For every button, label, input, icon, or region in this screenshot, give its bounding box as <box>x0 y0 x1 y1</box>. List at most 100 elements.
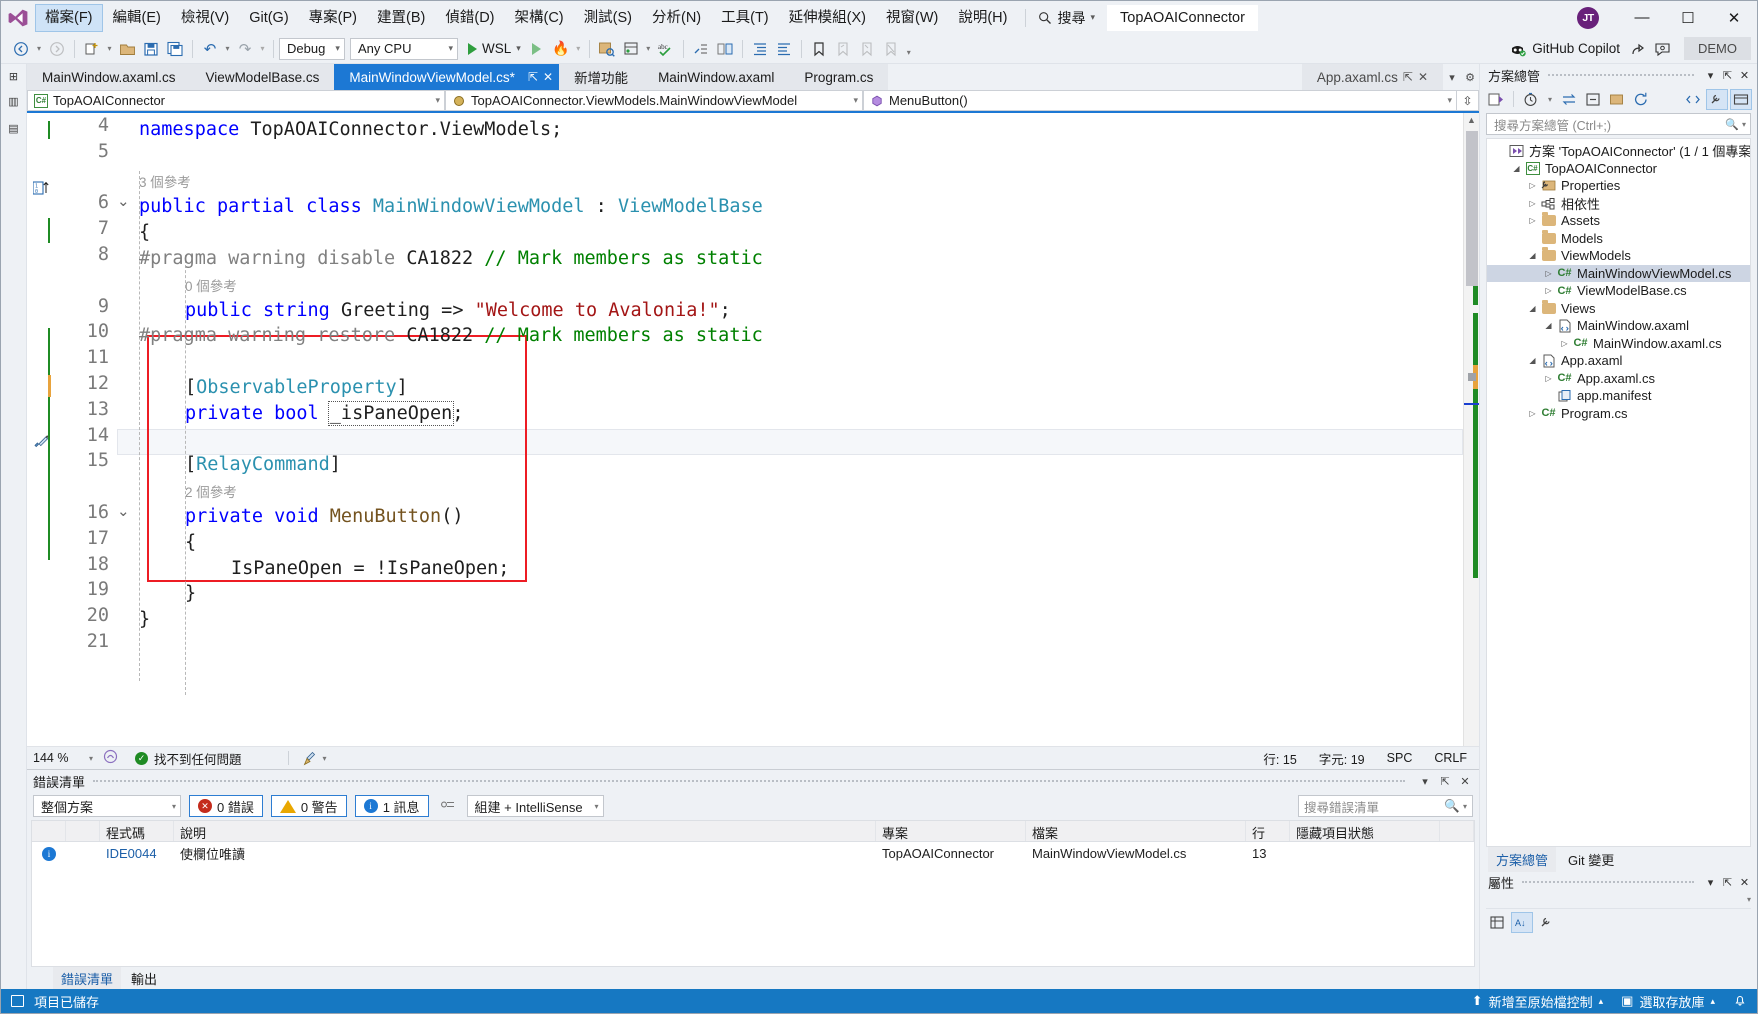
alphabetical-view-icon[interactable]: A↓ <box>1511 911 1533 933</box>
expand-twisty-icon[interactable]: ▷ <box>1525 409 1540 418</box>
menu-item-file[interactable]: 檔案(F) <box>35 3 103 32</box>
code-line[interactable]: } <box>185 581 196 607</box>
row-code[interactable]: IDE0044 <box>100 844 174 863</box>
menu-item-test[interactable]: 測試(S) <box>574 4 642 32</box>
col-line[interactable]: 行 <box>1246 821 1290 841</box>
tree-item[interactable]: ▷ C# Program.cs <box>1487 405 1750 423</box>
expand-twisty-icon[interactable]: ▷ <box>1525 216 1540 225</box>
menu-item-window[interactable]: 視窗(W) <box>876 4 948 32</box>
expand-twisty-icon[interactable]: ▷ <box>1525 199 1540 208</box>
scrollbar-box[interactable] <box>1468 373 1476 381</box>
menu-item-project[interactable]: 專案(P) <box>299 4 367 32</box>
select-element-icon[interactable] <box>619 37 643 61</box>
solution-tree[interactable]: 方案 'TopAOAIConnector' (1 / 1 個專案) ◢ C# TopA… <box>1486 138 1751 847</box>
pin-tab-icon[interactable]: ⇱ <box>528 70 538 84</box>
collapse-twisty-icon[interactable]: ◢ <box>1525 251 1540 260</box>
main-menu[interactable]: 檔案(F) 編輯(E) 檢視(V) Git(G) 專案(P) 建置(B) 偵錯(… <box>35 1 1017 34</box>
avatar[interactable]: JT <box>1577 6 1599 29</box>
menu-item-view[interactable]: 檢視(V) <box>171 4 239 32</box>
menu-item-architecture[interactable]: 架構(C) <box>505 4 574 32</box>
navbar-member-select[interactable]: MenuButton() ▾ <box>863 90 1457 111</box>
feedback-icon[interactable] <box>1650 37 1674 61</box>
fold-toggle-icon[interactable]: ⌄ <box>117 192 130 210</box>
col-description[interactable]: 說明 <box>174 821 876 841</box>
menu-item-git[interactable]: Git(G) <box>239 4 298 32</box>
bottom-tab-output[interactable]: 輸出 <box>123 967 165 990</box>
toolbar-overflow-icon[interactable]: ▾ <box>643 37 654 61</box>
editor-glyph-margin[interactable]: 1 0 <box>27 113 59 746</box>
codelens-reference-count[interactable]: 2 個參考 <box>185 481 237 501</box>
sync-with-active-document-icon[interactable] <box>1558 89 1580 110</box>
increase-indent-icon[interactable] <box>748 37 772 61</box>
search-icon[interactable]: 🔍 <box>1725 118 1739 131</box>
tree-item[interactable]: ▷ C# MainWindowViewModel.cs <box>1487 264 1750 282</box>
tree-item[interactable]: ◢ App.axaml <box>1487 352 1750 370</box>
code-line[interactable]: private void MenuButton() <box>185 504 463 530</box>
menu-item-edit[interactable]: 編輯(E) <box>103 4 171 32</box>
save-all-icon[interactable] <box>163 37 187 61</box>
properties-object-select[interactable]: ▾ <box>1486 895 1751 909</box>
tree-item[interactable]: ◢ C# TopAOAIConnector <box>1487 160 1750 178</box>
code-line[interactable]: } <box>139 607 150 633</box>
navigate-backward-dropdown-icon[interactable]: ▾ <box>33 37 45 61</box>
pending-changes-filter-icon[interactable] <box>1520 89 1542 110</box>
panel-dropdown-icon[interactable]: ▾ <box>1702 69 1719 82</box>
code-line[interactable]: #pragma warning restore CA1822 // Mark m… <box>139 323 763 349</box>
panel-dropdown-icon[interactable]: ▾ <box>1417 775 1433 788</box>
code-line[interactable]: IsPaneOpen = !IsPaneOpen; <box>231 556 509 582</box>
tree-item[interactable]: ▷ C# MainWindow.axaml.cs <box>1487 335 1750 353</box>
maximize-button[interactable]: ☐ <box>1665 1 1711 34</box>
pin-panel-icon[interactable]: ⇱ <box>1437 775 1453 788</box>
fold-toggle-icon[interactable]: ⌄ <box>117 502 130 520</box>
split-editor-button[interactable]: ⇳ <box>1457 90 1479 111</box>
navbar-project-select[interactable]: C# TopAOAIConnector ▾ <box>27 90 445 111</box>
expand-twisty-icon[interactable]: ▷ <box>1541 374 1556 383</box>
error-list-table[interactable]: 程式碼 說明 專案 檔案 行 隱藏項目狀態 i IDE0044 使欄位唯讀 To… <box>31 820 1475 967</box>
properties-window-icon[interactable] <box>1706 88 1728 110</box>
global-search-button[interactable]: 搜尋 ▾ <box>1034 6 1099 30</box>
panel-dropdown-icon[interactable]: ▾ <box>1702 876 1719 889</box>
tree-item[interactable]: ◢ ViewModels <box>1487 247 1750 265</box>
expand-twisty-icon[interactable]: ▷ <box>1541 269 1556 278</box>
table-row[interactable]: i IDE0044 使欄位唯讀 TopAOAIConnector MainWin… <box>32 842 1474 864</box>
editor-vertical-scrollbar[interactable]: ▲ <box>1463 113 1479 746</box>
spell-check-icon[interactable]: abc <box>654 37 678 61</box>
tree-item[interactable]: Models <box>1487 229 1750 248</box>
menu-item-help[interactable]: 說明(H) <box>948 4 1017 32</box>
warnings-filter-chip[interactable]: 0 警告 <box>270 795 347 817</box>
col-project[interactable]: 專案 <box>876 821 1026 841</box>
refresh-icon[interactable] <box>1630 89 1652 110</box>
new-project-icon[interactable] <box>80 37 104 61</box>
col-extra[interactable] <box>1440 821 1474 841</box>
start-without-debugging-icon[interactable] <box>525 37 549 61</box>
messages-filter-chip[interactable]: i 1 訊息 <box>354 795 429 817</box>
expand-twisty-icon[interactable]: ▷ <box>1557 339 1572 348</box>
switch-views-icon[interactable] <box>1485 89 1507 110</box>
col-suppression-state[interactable]: 隱藏項目狀態 <box>1290 821 1440 841</box>
tree-item[interactable]: ▷ C# App.axaml.cs <box>1487 370 1750 388</box>
open-file-icon[interactable] <box>115 37 139 61</box>
codelens-reference-count[interactable]: 0 個參考 <box>185 275 237 295</box>
notifications-button[interactable] <box>1733 993 1747 1010</box>
menu-item-analyze[interactable]: 分析(N) <box>642 4 711 32</box>
save-icon[interactable] <box>139 37 163 61</box>
solution-name-chip[interactable]: TopAOAIConnector <box>1107 4 1258 31</box>
code-line[interactable]: #pragma warning disable CA1822 // Mark m… <box>139 246 763 272</box>
zoom-level-select[interactable]: 144 % ▾ <box>33 751 99 765</box>
menu-item-tools[interactable]: 工具(T) <box>711 4 779 32</box>
close-tab-icon[interactable]: ✕ <box>1418 70 1428 84</box>
tab-new-features[interactable]: 新增功能 <box>559 64 644 90</box>
errors-filter-chip[interactable]: ✕ 0 錯誤 <box>189 795 263 817</box>
tree-item[interactable]: ▷ Properties <box>1487 177 1750 195</box>
error-scope-select[interactable]: 整個方案 ▾ <box>33 795 181 817</box>
col-file[interactable]: 檔案 <box>1026 821 1246 841</box>
error-list-search[interactable]: 搜尋錯誤清單 🔍 ▾ <box>1298 795 1473 817</box>
dock-tab-git-changes[interactable]: Git 變更 <box>1560 847 1622 872</box>
property-pages-icon[interactable] <box>1536 912 1558 933</box>
col-sup[interactable] <box>66 821 100 841</box>
code-line[interactable]: private bool _isPaneOpen; <box>185 400 463 427</box>
intellicode-icon[interactable] <box>99 749 121 767</box>
undo-dropdown-icon[interactable]: ▾ <box>222 37 233 61</box>
collapse-twisty-icon[interactable]: ◢ <box>1509 164 1524 173</box>
line-ending-label[interactable]: CRLF <box>1434 751 1467 765</box>
